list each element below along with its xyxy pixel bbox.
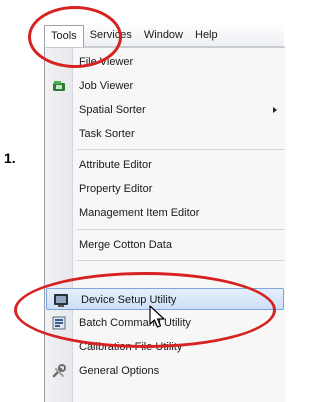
- tools-icon: [51, 363, 67, 379]
- annotation-circle-device-setup: [14, 272, 276, 348]
- menu-item-attribute-editor[interactable]: Attribute Editor: [45, 154, 285, 176]
- menu-item-label: Task Sorter: [79, 128, 135, 140]
- menu-item-label: Merge Cotton Data: [79, 239, 172, 251]
- menu-item-merge-cotton-data[interactable]: Merge Cotton Data: [45, 234, 285, 256]
- submenu-arrow-icon: [273, 107, 277, 113]
- tools-dropdown: File Viewer Job Viewer Spatial Sorter Ta…: [44, 47, 285, 402]
- menu-separator: [77, 229, 285, 230]
- menu-item-label: Property Editor: [79, 183, 153, 195]
- menu-help[interactable]: Help: [189, 24, 224, 46]
- job-viewer-icon: [51, 78, 67, 94]
- menu-separator: [77, 260, 285, 261]
- menu-item-management-item-editor[interactable]: Management Item Editor: [45, 202, 285, 224]
- menu-item-label: Attribute Editor: [79, 159, 152, 171]
- menu-item-label: Job Viewer: [79, 80, 134, 92]
- menu-item-spatial-sorter[interactable]: Spatial Sorter: [45, 99, 285, 121]
- mouse-cursor-icon: [149, 305, 165, 328]
- annotation-circle-tools: [28, 6, 122, 68]
- menu-window[interactable]: Window: [138, 24, 189, 46]
- menu-item-label: General Options: [79, 365, 160, 377]
- menu-item-job-viewer[interactable]: Job Viewer: [45, 75, 285, 97]
- menu-separator: [77, 149, 285, 150]
- menu-item-property-editor[interactable]: Property Editor: [45, 178, 285, 200]
- menu-item-label: Spatial Sorter: [79, 104, 146, 116]
- menu-item-task-sorter[interactable]: Task Sorter: [45, 123, 285, 145]
- step-number: 1.: [4, 150, 16, 166]
- menu-item-general-options[interactable]: General Options: [45, 360, 285, 382]
- menu-item-label: Management Item Editor: [79, 207, 200, 219]
